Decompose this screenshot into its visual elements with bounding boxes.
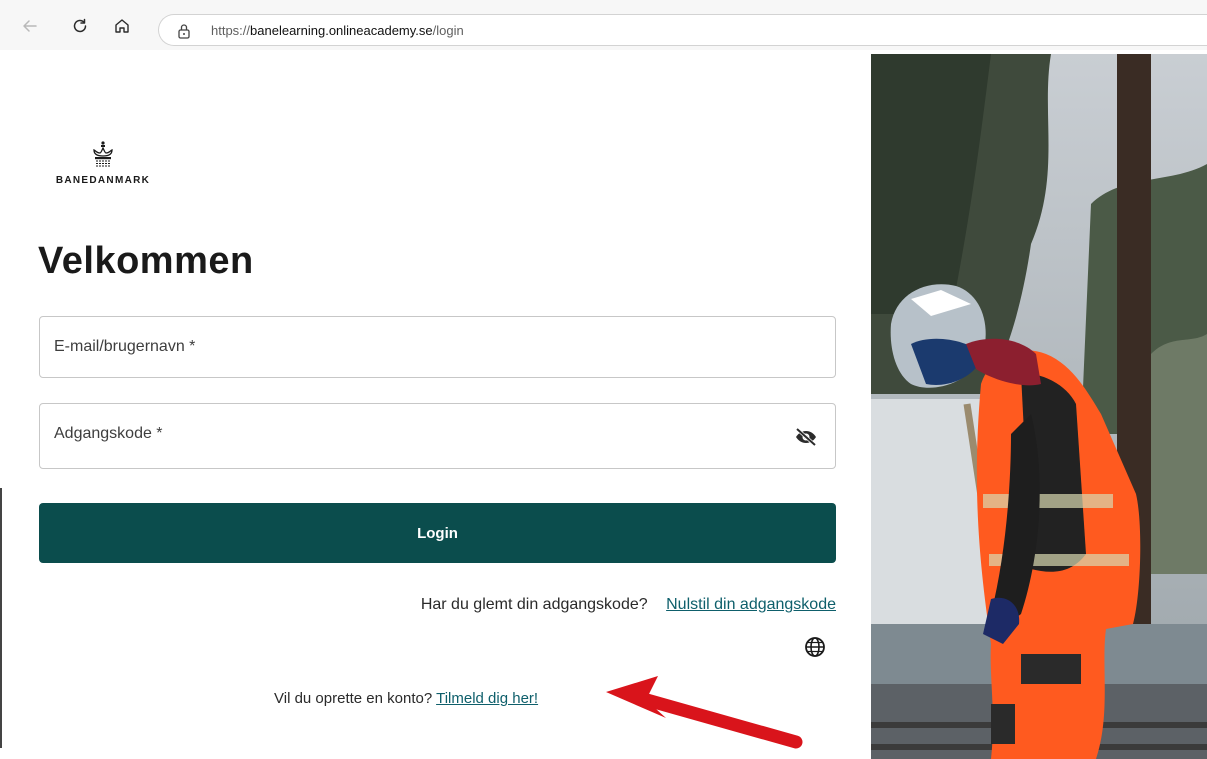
brand-name: BANEDANMARK [55, 175, 151, 186]
url-text: https://banelearning.onlineacademy.se/lo… [211, 23, 464, 38]
password-field[interactable]: Adgangskode * [39, 403, 836, 469]
hero-photo [871, 54, 1207, 759]
email-field-label: E-mail/brugernavn * [54, 338, 196, 355]
back-arrow-icon[interactable] [18, 14, 42, 38]
railway-worker-image [871, 54, 1207, 759]
globe-icon[interactable] [804, 636, 826, 658]
annotation-arrow-icon [606, 676, 803, 749]
crown-icon [93, 141, 113, 167]
forgot-password-row: Har du glemt din adgangskode? Nulstil di… [421, 596, 836, 614]
home-icon[interactable] [110, 14, 134, 38]
url-domain: banelearning.onlineacademy.se [250, 23, 433, 38]
browser-toolbar: https://banelearning.onlineacademy.se/lo… [0, 0, 1207, 50]
url-path: /login [432, 23, 464, 38]
brand-logo: BANEDANMARK [40, 140, 166, 186]
address-bar[interactable]: https://banelearning.onlineacademy.se/lo… [158, 14, 1207, 46]
reload-icon[interactable] [68, 14, 92, 38]
url-scheme: https:// [211, 23, 251, 38]
signup-row: Vil du oprette en konto? Tilmeld dig her… [274, 690, 538, 707]
login-button[interactable]: Login [39, 503, 836, 563]
reset-password-link[interactable]: Nulstil din adgangskode [666, 596, 836, 613]
lock-icon[interactable] [177, 23, 191, 44]
page-title: Velkommen [38, 240, 254, 282]
forgot-password-text: Har du glemt din adgangskode? [420, 596, 648, 613]
password-field-label: Adgangskode * [54, 425, 163, 442]
email-field[interactable]: E-mail/brugernavn * [39, 316, 836, 378]
eye-slash-icon[interactable] [793, 424, 819, 450]
window-edge-divider [0, 488, 2, 748]
signup-text: Vil du oprette en konto? [274, 690, 433, 707]
signup-link[interactable]: Tilmeld dig her! [436, 690, 538, 707]
